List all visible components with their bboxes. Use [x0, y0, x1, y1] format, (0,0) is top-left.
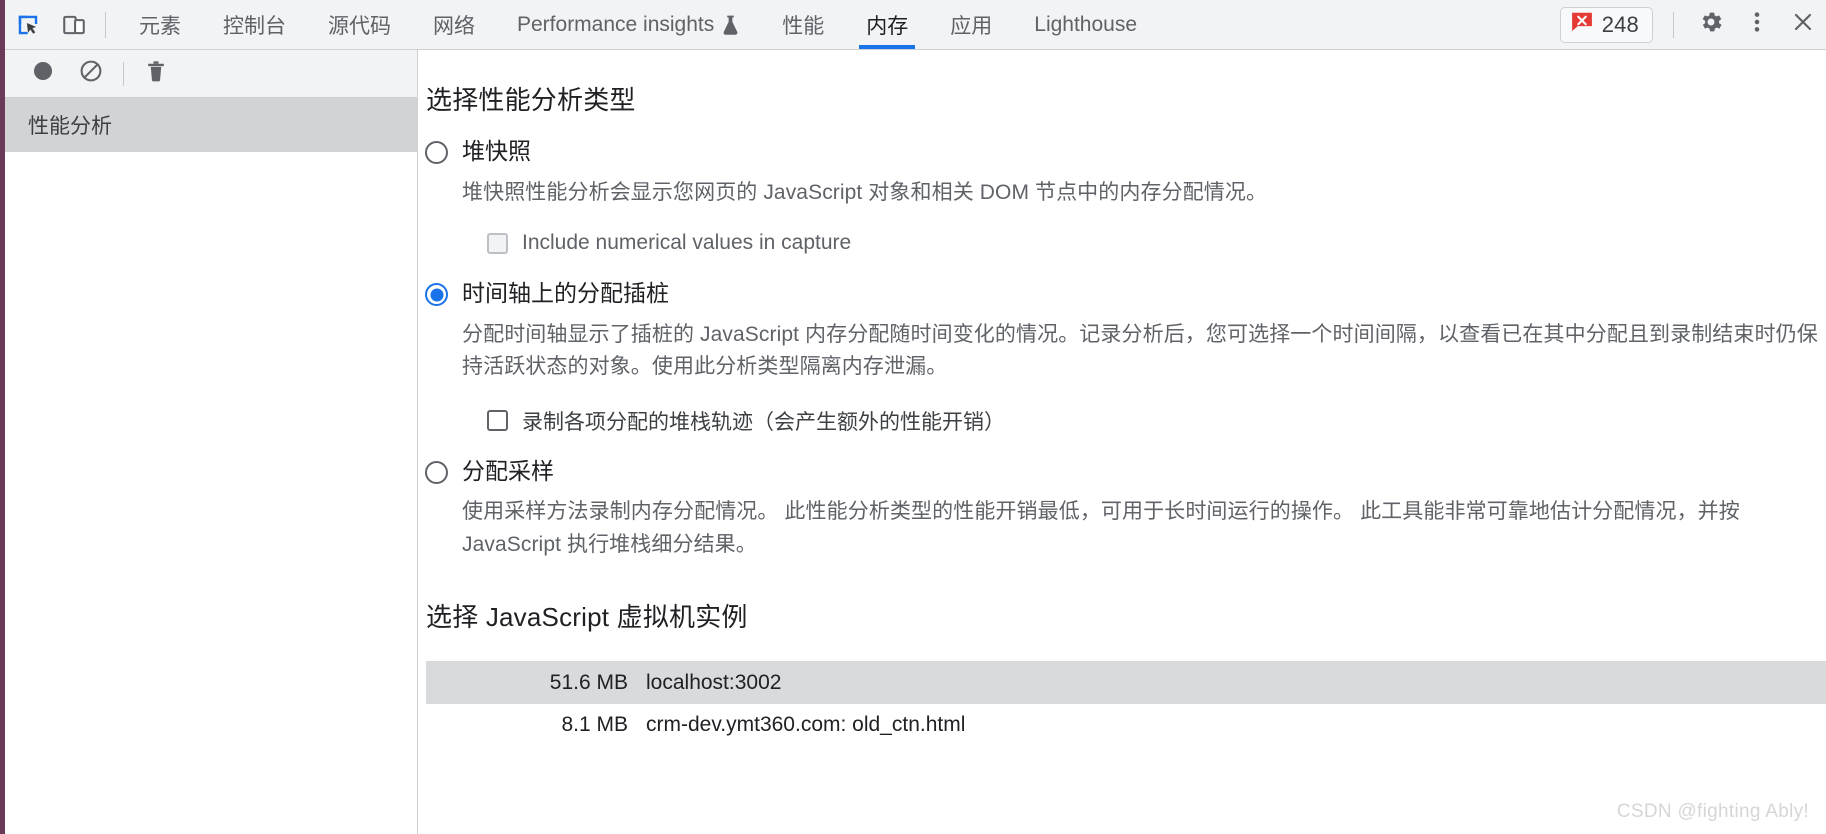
- error-count: 248: [1601, 11, 1639, 37]
- vm-name: localhost:3002: [646, 670, 782, 694]
- radio-allocation-timeline[interactable]: [425, 283, 448, 307]
- watermark: CSDN @fighting Ably!: [1616, 801, 1809, 822]
- devtools-window: 元素 控制台 源代码 网络 Performance insights 性能 内存…: [0, 0, 1826, 834]
- tab-application[interactable]: 应用: [929, 0, 1013, 49]
- sidebar-toolbar-divider: [123, 61, 124, 86]
- vm-size: 51.6 MB: [549, 670, 628, 694]
- record-button[interactable]: [19, 51, 67, 97]
- tab-memory[interactable]: 内存: [845, 0, 929, 49]
- profile-type-label: 分配采样: [462, 457, 554, 484]
- tab-label: 网络: [433, 14, 475, 38]
- sidebar-item-profiles[interactable]: 性能分析: [5, 98, 417, 152]
- close-icon: [1791, 10, 1815, 39]
- tab-elements[interactable]: 元素: [118, 0, 202, 49]
- radio-allocation-sampling[interactable]: [425, 460, 448, 484]
- tab-lighthouse[interactable]: Lighthouse: [1013, 0, 1158, 49]
- console-error-badge[interactable]: 248: [1559, 6, 1653, 43]
- profile-type-description: 堆快照性能分析会显示您网页的 JavaScript 对象和相关 DOM 节点中的…: [462, 180, 1268, 204]
- clear-button[interactable]: [67, 51, 115, 97]
- flask-icon: [721, 14, 740, 36]
- profile-type-allocation-sampling[interactable]: 分配采样: [425, 458, 1826, 486]
- toolbar-divider-right: [1673, 11, 1674, 38]
- kebab-menu-icon: [1744, 9, 1770, 40]
- profile-type-label: 堆快照: [462, 138, 531, 164]
- tab-label: 内存: [866, 14, 909, 38]
- checkbox-include-numerical-values[interactable]: [487, 232, 508, 254]
- record-circle-icon: [32, 60, 54, 87]
- vm-instance-table: 51.6 MB localhost:3002 8.1 MB crm-dev.ym…: [426, 660, 1826, 746]
- checkbox-record-stack-traces[interactable]: [487, 410, 508, 432]
- error-icon: [1571, 11, 1593, 38]
- tab-label: 源代码: [328, 14, 391, 38]
- trash-icon: [145, 60, 167, 88]
- profile-type-allocation-timeline[interactable]: 时间轴上的分配插桩: [425, 280, 1826, 308]
- close-devtools-button[interactable]: [1780, 1, 1826, 49]
- profile-type-heap-snapshot[interactable]: 堆快照: [425, 138, 1826, 166]
- ban-circle-icon: [79, 59, 103, 88]
- option-record-stack-traces[interactable]: 录制各项分配的堆栈轨迹（会产生额外的性能开销）: [487, 406, 1826, 436]
- more-options-button[interactable]: [1734, 1, 1780, 49]
- device-toolbar-button[interactable]: [51, 1, 97, 49]
- profile-type-label: 时间轴上的分配插桩: [462, 280, 669, 307]
- toolbar-divider: [105, 11, 106, 38]
- window-accent-strip: [0, 0, 5, 834]
- tab-performance[interactable]: 性能: [761, 0, 845, 49]
- sidebar-item-label: 性能分析: [28, 115, 112, 138]
- profiling-type-title: 选择性能分析类型: [426, 85, 636, 115]
- devtools-tabbar: 元素 控制台 源代码 网络 Performance insights 性能 内存…: [5, 0, 1826, 50]
- tab-label: 性能: [782, 14, 825, 38]
- radio-heap-snapshot[interactable]: [425, 141, 448, 164]
- gear-icon: [1698, 9, 1724, 40]
- memory-sidebar: 性能分析: [5, 50, 418, 834]
- tab-sources[interactable]: 源代码: [307, 0, 412, 49]
- tab-performance-insights[interactable]: Performance insights: [496, 0, 761, 49]
- inspect-element-icon: [15, 12, 41, 38]
- device-toolbar-icon: [61, 12, 87, 38]
- vm-name: crm-dev.ymt360.com: old_ctn.html: [646, 712, 966, 736]
- option-label: 录制各项分配的堆栈轨迹（会产生额外的性能开销）: [522, 410, 1005, 434]
- option-include-numerical-values[interactable]: Include numerical values in capture: [487, 231, 1826, 255]
- tab-label: Lighthouse: [1034, 12, 1138, 36]
- tab-network[interactable]: 网络: [412, 0, 496, 49]
- tab-label: 控制台: [223, 14, 286, 38]
- inspect-element-button[interactable]: [5, 1, 51, 49]
- tab-console[interactable]: 控制台: [202, 0, 307, 49]
- profile-type-description: 使用采样方法录制内存分配情况。 此性能分析类型的性能开销最低，可用于长时间运行的…: [462, 500, 1740, 556]
- vm-size: 8.1 MB: [561, 712, 628, 736]
- option-label: Include numerical values in capture: [522, 231, 852, 255]
- tab-label: 应用: [950, 14, 993, 38]
- table-row[interactable]: 51.6 MB localhost:3002: [426, 661, 1826, 704]
- tab-label: Performance insights: [517, 12, 715, 36]
- sidebar-toolbar: [5, 50, 417, 98]
- delete-profile-button[interactable]: [132, 51, 180, 97]
- table-row[interactable]: 8.1 MB crm-dev.ymt360.com: old_ctn.html: [426, 704, 1826, 746]
- settings-button[interactable]: [1688, 1, 1734, 49]
- tab-label: 元素: [139, 14, 181, 38]
- vm-instance-title: 选择 JavaScript 虚拟机实例: [426, 601, 748, 632]
- memory-main-panel: 选择性能分析类型 堆快照 堆快照性能分析会显示您网页的 JavaScript 对…: [419, 51, 1826, 834]
- profile-type-description: 分配时间轴显示了插桩的 JavaScript 内存分配随时间变化的情况。记录分析…: [462, 322, 1818, 379]
